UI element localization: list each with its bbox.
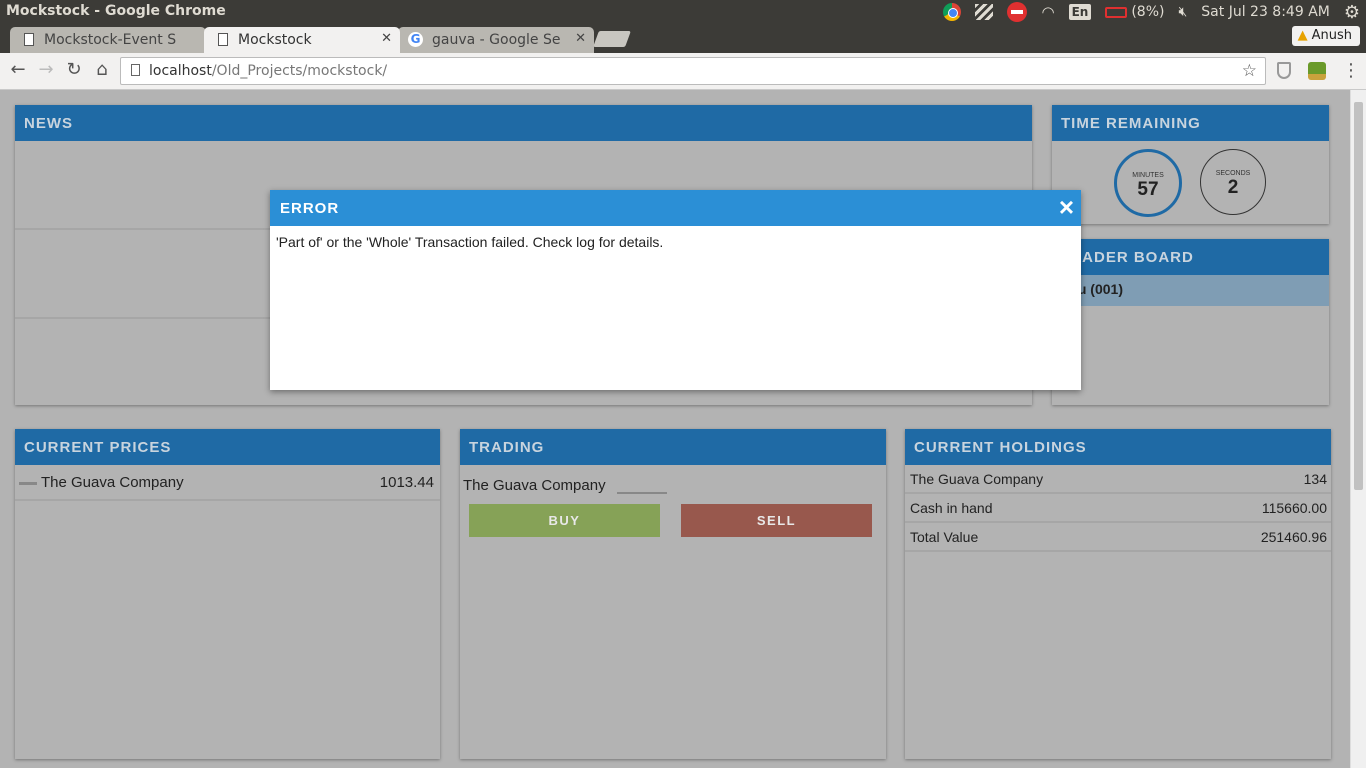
current-prices-title: CURRENT PRICES (15, 429, 440, 465)
seconds-label: SECONDS (1215, 170, 1251, 177)
battery-icon (1105, 6, 1128, 18)
tab-label: Mockstock-Event S (44, 32, 177, 48)
holding-value: 115660.00 (1261, 500, 1327, 516)
address-bar[interactable]: localhost/Old_Projects/mockstock/ ☆ (120, 57, 1266, 85)
keyboard-language[interactable]: En (1068, 4, 1092, 20)
trading-company: The Guava Company (463, 477, 606, 494)
os-top-bar: Mockstock - Google Chrome ◠ En (8%) 🔇︎ S… (0, 0, 1366, 24)
close-icon[interactable]: ✕ (575, 31, 586, 46)
reload-icon[interactable]: ↻ (62, 59, 86, 80)
page-info-icon[interactable] (131, 64, 140, 76)
leader-board-panel: LEADER BOARD You (001) (1052, 239, 1329, 405)
current-holdings-panel: CURRENT HOLDINGS The Guava Company 134 C… (905, 429, 1331, 759)
new-tab-button[interactable] (593, 31, 631, 47)
tab-label: gauva - Google Sea (432, 32, 560, 48)
chrome-icon[interactable] (943, 3, 962, 21)
forward-arrow-icon[interactable]: → (34, 59, 58, 80)
holding-row: Cash in hand 115660.00 (905, 494, 1331, 523)
bookmark-star-icon[interactable]: ☆ (1242, 61, 1257, 81)
back-arrow-icon[interactable]: ← (6, 59, 30, 80)
gear-icon[interactable]: ⚙ (1344, 2, 1360, 23)
time-remaining-panel: TIME REMAINING MINUTES 57 SECONDS 2 (1052, 105, 1329, 224)
sell-button[interactable]: SELL (681, 504, 872, 537)
doc-icon (24, 33, 34, 46)
minutes-value: 57 (1137, 179, 1159, 200)
error-dialog-header: ERROR × (270, 190, 1081, 226)
menu-kebab-icon[interactable]: ⋮ (1342, 60, 1360, 81)
scrollbar-thumb[interactable] (1354, 102, 1363, 490)
price-row[interactable]: The Guava Company 1013.44 (15, 465, 440, 501)
holding-value: 251460.96 (1260, 529, 1327, 545)
current-prices-panel: CURRENT PRICES The Guava Company 1013.44 (15, 429, 440, 759)
tab-label: Mockstock (238, 32, 312, 48)
system-tray: ◠ En (8%) 🔇︎ Sat Jul 23 8:49 AM ⚙ (943, 0, 1366, 24)
error-dialog-title: ERROR (280, 200, 340, 217)
profile-button[interactable]: ▲ Anush (1291, 26, 1360, 46)
url-text[interactable]: localhost/Old_Projects/mockstock/ (149, 63, 387, 79)
holding-label: The Guava Company (910, 471, 1044, 487)
company-name: The Guava Company (41, 474, 184, 491)
trend-flat-icon (19, 482, 37, 485)
tab-strip: Mockstock-Event S Mockstock ✕ G gauva - … (0, 24, 1366, 54)
news-title: NEWS (15, 105, 1032, 141)
company-price: 1013.44 (379, 474, 434, 491)
buy-button[interactable]: BUY (469, 504, 660, 537)
plant-extension-icon[interactable] (1308, 62, 1326, 80)
stripes-icon[interactable] (975, 4, 994, 20)
battery-indicator[interactable]: (8%) (1105, 4, 1164, 20)
error-dialog: ERROR × 'Part of' or the 'Whole' Transac… (270, 190, 1081, 390)
wifi-icon[interactable]: ◠ (1041, 3, 1054, 21)
holding-label: Total Value (910, 529, 979, 545)
close-icon[interactable]: × (1059, 192, 1075, 223)
seconds-timer: SECONDS 2 (1200, 149, 1266, 215)
doc-icon (218, 33, 228, 46)
quantity-input[interactable] (617, 477, 667, 494)
volume-muted-icon[interactable]: 🔇︎ (1178, 4, 1187, 20)
error-message: 'Part of' or the 'Whole' Transaction fai… (276, 234, 664, 250)
leader-board-row: You (001) (1052, 275, 1329, 306)
minutes-timer: MINUTES 57 (1114, 149, 1182, 217)
minutes-label: MINUTES (1132, 172, 1164, 179)
seconds-value: 2 (1227, 177, 1239, 198)
current-holdings-title: CURRENT HOLDINGS (905, 429, 1331, 465)
shield-extension-icon[interactable] (1277, 62, 1291, 79)
tab-mockstock[interactable]: Mockstock ✕ (204, 27, 400, 54)
time-remaining-title: TIME REMAINING (1052, 105, 1329, 141)
warning-icon: ▲ (1297, 28, 1308, 43)
holding-label: Cash in hand (910, 500, 993, 516)
leader-board-title: LEADER BOARD (1052, 239, 1329, 275)
browser-toolbar: ← → ↻ ⌂ localhost/Old_Projects/mockstock… (0, 53, 1366, 90)
tab-mockstock-event[interactable]: Mockstock-Event S (10, 27, 206, 53)
holding-row: Total Value 251460.96 (905, 523, 1331, 552)
holding-row: The Guava Company 134 (905, 465, 1331, 494)
trading-panel: TRADING The Guava Company BUY SELL (460, 429, 886, 759)
holding-value: 134 (1303, 471, 1327, 487)
window-title: Mockstock - Google Chrome (6, 3, 226, 19)
no-entry-icon[interactable] (1007, 2, 1028, 22)
clock[interactable]: Sat Jul 23 8:49 AM (1201, 4, 1330, 20)
page-scrollbar[interactable] (1350, 90, 1366, 768)
home-icon[interactable]: ⌂ (90, 59, 114, 80)
google-icon: G (408, 32, 423, 47)
tab-gauva-search[interactable]: G gauva - Google Sea ✕ (398, 27, 594, 53)
close-icon[interactable]: ✕ (381, 31, 392, 46)
trading-title: TRADING (460, 429, 886, 465)
